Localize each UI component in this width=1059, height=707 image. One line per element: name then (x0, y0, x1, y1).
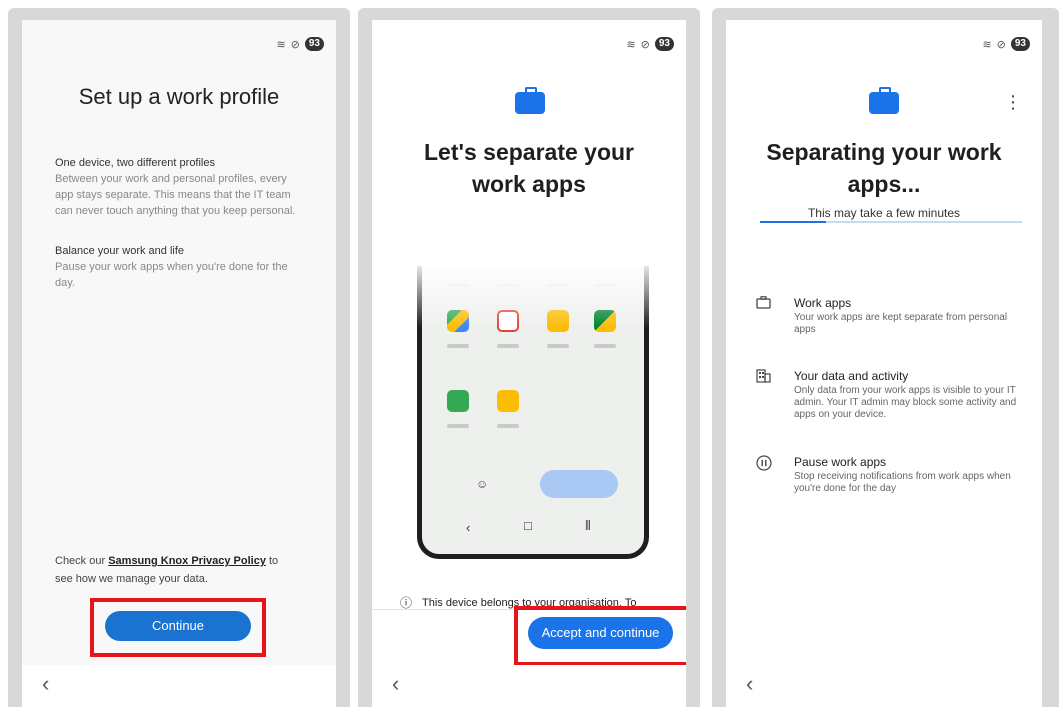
battery-badge: 93 (654, 37, 674, 51)
progress-bar (760, 221, 1022, 223)
battery-badge: 93 (304, 37, 324, 51)
accept-and-continue-button[interactable]: Accept and continue (528, 617, 673, 649)
dnd-icon: ⊘ (290, 38, 300, 51)
wifi-icon: ≋ (626, 38, 636, 51)
section-heading: Balance your work and life (55, 245, 185, 257)
item-title: Your data and activity (794, 369, 909, 383)
privacy-policy-link[interactable]: Samsung Knox Privacy Policy (108, 555, 266, 567)
progress-subtitle: This may take a few minutes (807, 206, 961, 220)
privacy-policy-text: Check our Samsung Knox Privacy Policy to… (55, 552, 295, 588)
section-balance: Balance your work and life Pause your wo… (55, 243, 305, 291)
page-title: Separating your work apps... (766, 139, 1002, 197)
navigation-bar: ‹ (22, 665, 336, 707)
wifi-icon: ≋ (276, 38, 286, 51)
section-heading: One device, two different profiles (55, 157, 215, 169)
app-label (547, 344, 569, 348)
item-title: Work apps (794, 296, 852, 310)
status-bar: ≋ ⊘ 93 (982, 36, 1030, 52)
battery-badge: 93 (1010, 37, 1030, 51)
navigation-bar: ‹ (726, 665, 1042, 707)
illustration-fade (417, 258, 649, 328)
separate-apps-screen: ≋ ⊘ 93 Let's separate your work apps ☺ ‹… (372, 20, 686, 707)
setup-work-profile-screen: ≋ ⊘ 93 Set up a work profile One device,… (22, 20, 336, 707)
dnd-icon: ⊘ (640, 38, 650, 51)
item-desc: Your work apps are kept separate from pe… (794, 312, 1008, 335)
item-desc: Only data from your work apps is visible… (794, 385, 1017, 420)
pause-circle-icon (756, 455, 772, 471)
back-icon[interactable]: ‹ (392, 671, 399, 697)
mock-home-icon: □ (524, 518, 532, 533)
app-label (594, 344, 616, 348)
account-icon: ☺ (476, 477, 489, 491)
page-title: Set up a work profile (78, 84, 280, 109)
app-label (497, 344, 519, 348)
phone-frame-2: ≋ ⊘ 93 Let's separate your work apps ☺ ‹… (358, 8, 700, 707)
section-profiles: One device, two different profiles Betwe… (55, 155, 305, 219)
dnd-icon: ⊘ (996, 38, 1006, 51)
progress-fill (760, 221, 826, 223)
phone-frame-3: ≋ ⊘ 93 ⋮ Separating your work apps... Th… (712, 8, 1059, 707)
item-title: Pause work apps (794, 455, 887, 469)
continue-button[interactable]: Continue (105, 611, 251, 641)
more-options-icon[interactable]: ⋮ (1004, 92, 1022, 113)
wifi-icon: ≋ (982, 38, 992, 51)
status-bar: ≋ ⊘ 93 (626, 36, 674, 52)
back-icon[interactable]: ‹ (42, 671, 49, 697)
mock-button (540, 470, 618, 498)
phone-frame-1: ≋ ⊘ 93 Set up a work profile One device,… (8, 8, 350, 707)
section-body: Between your work and personal profiles,… (55, 173, 296, 217)
policy-prefix: Check our (55, 555, 109, 567)
item-desc: Stop receiving notifications from work a… (794, 471, 1011, 494)
app-label (497, 424, 519, 428)
sheets-app-icon (447, 390, 469, 412)
mock-recents-icon: ⦀ (585, 518, 591, 533)
status-bar: ≋ ⊘ 93 (276, 36, 324, 52)
mock-back-icon: ‹ (466, 520, 471, 535)
briefcase-outline-icon (756, 296, 772, 312)
briefcase-icon (515, 87, 545, 114)
app-label (447, 424, 469, 428)
slides-app-icon (497, 390, 519, 412)
page-title: Let's separate your work apps (424, 139, 634, 197)
back-icon[interactable]: ‹ (746, 671, 753, 697)
briefcase-icon (869, 87, 899, 114)
section-body: Pause your work apps when you're done fo… (55, 261, 288, 289)
navigation-bar: ‹ (372, 665, 686, 707)
building-icon (756, 369, 772, 385)
separating-apps-screen: ≋ ⊘ 93 ⋮ Separating your work apps... Th… (726, 20, 1042, 707)
app-label (447, 344, 469, 348)
